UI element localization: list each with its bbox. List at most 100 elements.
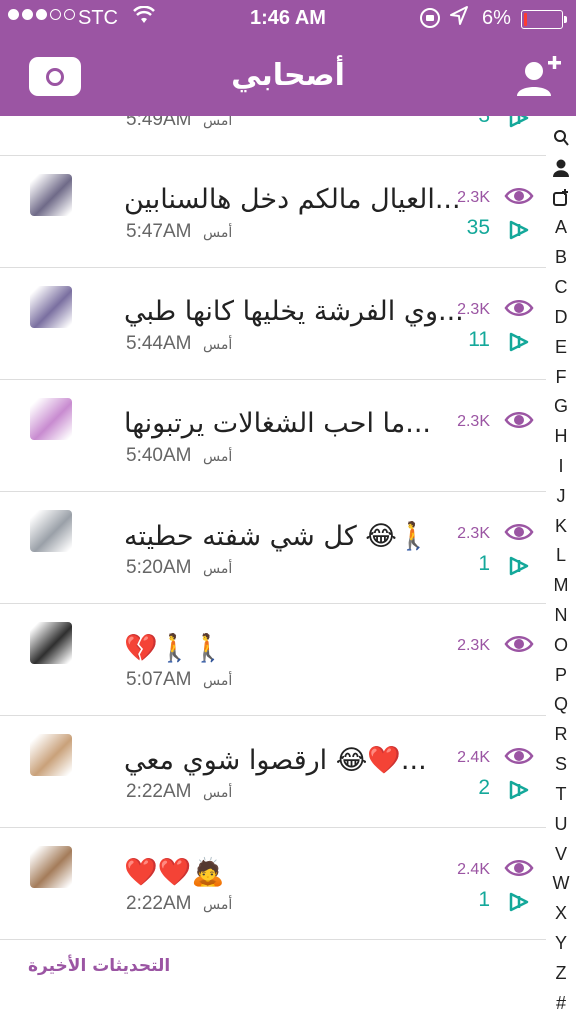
screenshot-count: 35	[466, 216, 490, 239]
screenshot-count: 1	[478, 552, 490, 575]
nav-bar: أصحابي	[0, 40, 576, 116]
rotation-lock-icon	[420, 8, 440, 28]
story-row[interactable]: ❤️❤️🙇 2:22AM أمس 2.4K 1	[0, 828, 546, 940]
story-time: 5:44AM	[126, 333, 192, 354]
index-letter[interactable]: U	[555, 814, 568, 834]
person-icon[interactable]	[552, 158, 570, 178]
story-caption: العيال مالكم دخل هالسنابين...	[124, 184, 461, 215]
location-arrow-icon	[449, 5, 469, 32]
eye-icon	[504, 524, 534, 540]
view-count: 2.3K	[457, 525, 490, 542]
story-caption: ما احب الشغالات يرتبونها...	[124, 408, 431, 439]
eye-icon	[504, 748, 534, 764]
story-time: 5:07AM	[126, 669, 192, 690]
eye-icon	[504, 636, 534, 652]
story-day: أمس	[203, 116, 233, 129]
screenshot-count: 3	[478, 116, 490, 128]
battery-icon	[521, 10, 567, 29]
index-letter[interactable]: P	[555, 665, 567, 685]
index-letter[interactable]: X	[555, 903, 567, 923]
index-letter[interactable]: D	[555, 307, 568, 327]
story-time: 5:40AM	[126, 445, 192, 466]
index-letter[interactable]: N	[555, 605, 568, 625]
index-letter[interactable]: C	[555, 277, 568, 297]
story-row[interactable]: ارقصوا شوي معي 😂❤️... 2:22AM أمس 2.4K 2	[0, 716, 546, 828]
friend-avatar[interactable]	[30, 398, 72, 440]
add-friend-button[interactable]	[514, 54, 564, 100]
friend-avatar[interactable]	[30, 174, 72, 216]
eye-icon	[504, 412, 534, 428]
index-letter[interactable]: M	[554, 575, 569, 595]
story-row[interactable]: كل شي شفته حطيته 😂🚶 5:20AM أمس 2.3K 1	[0, 492, 546, 604]
index-letter[interactable]: A	[555, 217, 567, 237]
index-letter[interactable]: Z	[556, 963, 567, 983]
index-letter[interactable]: S	[555, 754, 567, 774]
view-count: 2.3K	[457, 637, 490, 654]
friend-avatar[interactable]	[30, 510, 72, 552]
index-letter[interactable]: B	[555, 247, 567, 267]
view-count: 2.4K	[457, 861, 490, 878]
view-count: 2.3K	[457, 413, 490, 430]
story-add-icon[interactable]	[552, 188, 570, 208]
index-letter[interactable]: O	[554, 635, 568, 655]
story-time: 2:22AM	[126, 893, 192, 914]
story-caption: ارقصوا شوي معي 😂❤️...	[124, 745, 427, 776]
story-row[interactable]: ما احب الشغالات يرتبونها... 5:40AM أمس 2.3K	[0, 380, 546, 492]
battery-level-fill	[524, 13, 527, 26]
friend-avatar[interactable]	[30, 846, 72, 888]
screenshot-icon	[509, 892, 529, 912]
screenshot-count: 2	[478, 776, 490, 799]
index-letter[interactable]: I	[558, 456, 563, 476]
story-caption: كل شي شفته حطيته 😂🚶	[124, 521, 431, 552]
story-caption: وي الفرشة يخليها كانها طبي...	[124, 296, 464, 327]
status-bar: STC 1:46 AM 6%	[0, 0, 576, 40]
friends-story-list[interactable]: التحديثات الأخيرة 5:49AM أمس 3 العيال مالكم…	[0, 116, 576, 1024]
story-row[interactable]: 💔🚶🚶 5:07AM أمس 2.3K	[0, 604, 546, 716]
view-count: 2.3K	[457, 301, 490, 318]
index-letter[interactable]: V	[555, 844, 567, 864]
story-day: أمس	[203, 449, 233, 465]
index-letter[interactable]: #	[556, 993, 566, 1013]
story-day: أمس	[203, 225, 233, 241]
index-letter[interactable]: F	[556, 367, 567, 387]
search-icon[interactable]	[552, 128, 570, 148]
story-day: أمس	[203, 785, 233, 801]
index-letter[interactable]: T	[556, 784, 567, 804]
eye-icon	[504, 860, 534, 876]
page-title: أصحابي	[231, 58, 345, 93]
view-count: 2.3K	[457, 189, 490, 206]
story-row[interactable]: 5:49AM أمس 3	[0, 116, 546, 156]
friend-avatar[interactable]	[30, 622, 72, 664]
battery-percentage: 6%	[482, 7, 511, 29]
index-letter[interactable]: G	[554, 396, 568, 416]
alphabet-index[interactable]: A B C D E F G H I J K L M N O P Q R S T U V W X Y Z #	[546, 128, 576, 1013]
screenshot-icon	[509, 220, 529, 240]
index-letter[interactable]: J	[557, 486, 566, 506]
story-caption: ❤️❤️🙇	[124, 857, 225, 888]
story-caption: 💔🚶🚶	[124, 633, 225, 664]
screenshot-icon	[509, 556, 529, 576]
index-letter[interactable]: L	[556, 545, 566, 565]
index-letter[interactable]: K	[555, 516, 567, 536]
index-letter[interactable]: Y	[555, 933, 567, 953]
story-day: أمس	[203, 673, 233, 689]
story-row[interactable]: وي الفرشة يخليها كانها طبي... 5:44AM أمس 2.…	[0, 268, 546, 380]
screenshot-count: 1	[478, 888, 490, 911]
index-letter[interactable]: H	[555, 426, 568, 446]
friend-avatar[interactable]	[30, 734, 72, 776]
index-letter[interactable]: Q	[554, 694, 568, 714]
screenshot-icon	[509, 780, 529, 800]
story-day: أمس	[203, 337, 233, 353]
add-friend-icon	[517, 56, 561, 96]
index-letter[interactable]: R	[555, 724, 568, 744]
index-letter[interactable]: E	[555, 337, 567, 357]
screenshot-icon	[509, 332, 529, 352]
screenshot-icon	[509, 116, 529, 128]
friend-avatar[interactable]	[30, 286, 72, 328]
story-time: 5:47AM	[126, 221, 192, 242]
story-row[interactable]: العيال مالكم دخل هالسنابين... 5:47AM أمس 2.…	[0, 156, 546, 268]
index-letter[interactable]: W	[553, 873, 570, 893]
story-time: 2:22AM	[126, 781, 192, 802]
eye-icon	[504, 300, 534, 316]
story-day: أمس	[203, 897, 233, 913]
